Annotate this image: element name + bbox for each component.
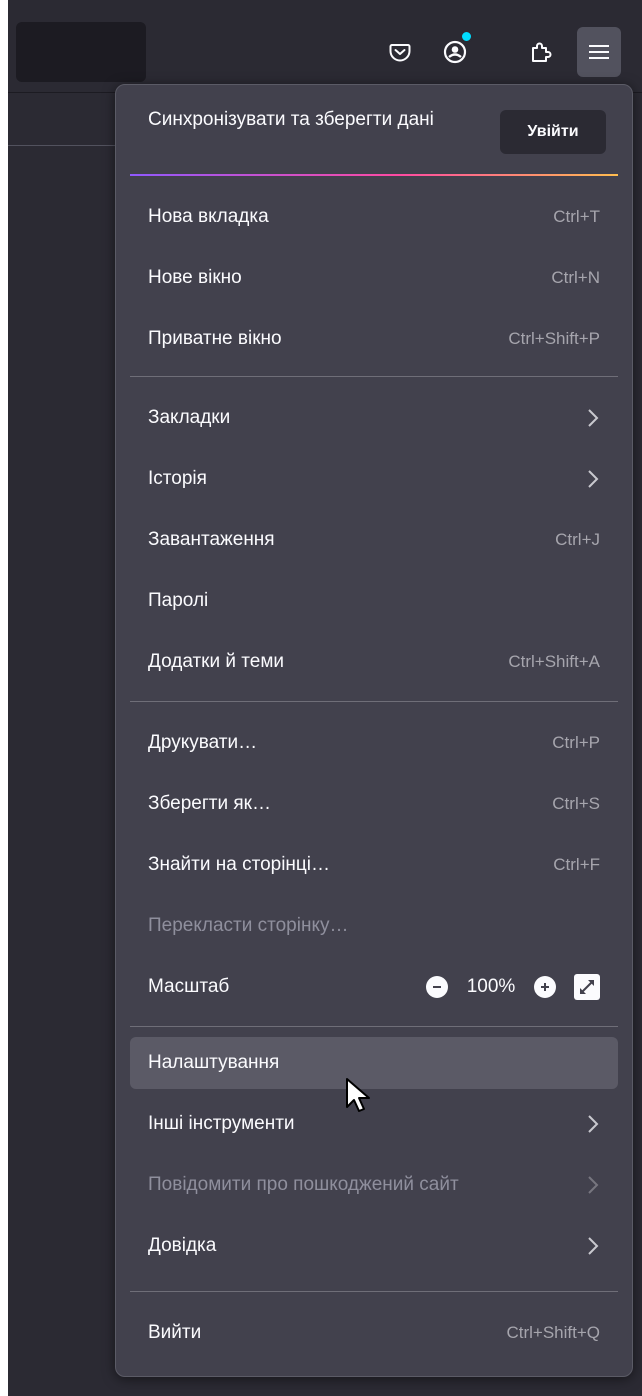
menu-separator — [130, 1026, 618, 1027]
menu-item-label: Масштаб — [148, 976, 230, 997]
fullscreen-button[interactable] — [574, 974, 600, 1000]
menu-item-shortcut: Ctrl+Shift+Q — [506, 1323, 600, 1342]
menu-item-label: Інші інструменти — [148, 1113, 295, 1134]
menu-item-label: Завантаження — [148, 529, 275, 550]
menu-item-zoom: Масштаб 100% — [130, 961, 618, 1013]
zoom-controls: 100% — [426, 974, 600, 1000]
sync-gradient-divider — [130, 174, 618, 176]
notification-dot — [460, 30, 473, 43]
app-menu-button[interactable] — [577, 27, 621, 77]
menu-item-addons-themes[interactable]: Додатки й теми Ctrl+Shift+A — [130, 636, 618, 688]
toolbar-divider — [8, 145, 118, 146]
menu-item-label: Історія — [148, 468, 207, 489]
window-edge — [0, 0, 8, 1396]
menu-item-translate-page: Перекласти сторінку… — [130, 900, 618, 952]
menu-item-label: Нове вікно — [148, 267, 242, 288]
mouse-cursor-icon — [346, 1078, 370, 1112]
menu-item-label: Повідомити про пошкоджений сайт — [148, 1174, 459, 1195]
menu-item-shortcut: Ctrl+P — [552, 733, 600, 752]
hamburger-menu-icon — [589, 45, 609, 59]
menu-separator — [130, 376, 618, 377]
menu-item-label: Закладки — [148, 407, 231, 428]
menu-item-settings[interactable]: Налаштування — [130, 1037, 618, 1089]
menu-item-label: Додатки й теми — [148, 651, 284, 672]
menu-item-new-window[interactable]: Нове вікно Ctrl+N — [130, 252, 618, 304]
chevron-right-icon — [588, 409, 599, 427]
menu-item-label: Перекласти сторінку… — [148, 915, 349, 936]
zoom-out-button[interactable] — [426, 976, 448, 998]
menu-item-find-in-page[interactable]: Знайти на сторінці… Ctrl+F — [130, 839, 618, 891]
menu-item-shortcut: Ctrl+S — [552, 794, 600, 813]
menu-item-report-broken-site: Повідомити про пошкоджений сайт — [130, 1159, 618, 1211]
menu-item-new-tab[interactable]: Нова вкладка Ctrl+T — [130, 191, 618, 243]
menu-item-save-as[interactable]: Зберегти як… Ctrl+S — [130, 778, 618, 830]
extensions-icon — [532, 42, 552, 62]
menu-item-label: Знайти на сторінці… — [148, 854, 331, 875]
account-button[interactable] — [433, 27, 477, 77]
browser-toolbar — [8, 0, 642, 93]
menu-item-passwords[interactable]: Паролі — [130, 575, 618, 627]
fullscreen-icon — [580, 980, 594, 994]
menu-item-shortcut: Ctrl+Shift+P — [508, 329, 600, 348]
account-icon — [443, 40, 467, 64]
menu-item-label: Друкувати… — [148, 732, 258, 753]
minus-icon — [433, 986, 441, 988]
menu-item-label: Паролі — [148, 590, 209, 611]
sync-text[interactable]: Синхронізувати та зберегти дані — [148, 107, 478, 133]
extensions-button[interactable] — [519, 27, 563, 77]
url-bar[interactable] — [16, 22, 146, 82]
menu-item-label: Довідка — [148, 1235, 217, 1256]
pocket-button[interactable] — [378, 27, 422, 77]
menu-item-downloads[interactable]: Завантаження Ctrl+J — [130, 514, 618, 566]
zoom-in-button[interactable] — [534, 976, 556, 998]
menu-separator — [130, 701, 618, 702]
menu-item-shortcut: Ctrl+J — [555, 530, 600, 549]
menu-item-shortcut: Ctrl+F — [553, 855, 600, 874]
menu-item-label: Вийти — [148, 1322, 202, 1343]
chevron-right-icon — [588, 1115, 599, 1133]
signin-button[interactable]: Увійти — [500, 110, 606, 154]
menu-item-more-tools[interactable]: Інші інструменти — [130, 1098, 618, 1150]
menu-item-help[interactable]: Довідка — [130, 1220, 618, 1272]
menu-item-shortcut: Ctrl+Shift+A — [508, 652, 600, 671]
sync-section: Синхронізувати та зберегти дані Увійти — [116, 85, 632, 175]
zoom-level[interactable]: 100% — [448, 976, 534, 998]
app-menu-panel: Синхронізувати та зберегти дані Увійти Н… — [115, 84, 633, 1377]
menu-item-quit[interactable]: Вийти Ctrl+Shift+Q — [130, 1307, 618, 1359]
pocket-icon — [389, 44, 411, 62]
menu-item-label: Зберегти як… — [148, 793, 271, 814]
chevron-right-icon — [588, 1176, 599, 1194]
menu-item-shortcut: Ctrl+T — [553, 207, 600, 226]
menu-separator — [130, 1291, 618, 1292]
menu-item-bookmarks[interactable]: Закладки — [130, 392, 618, 444]
menu-item-label: Налаштування — [148, 1052, 280, 1073]
chevron-right-icon — [588, 1237, 599, 1255]
menu-item-private-window[interactable]: Приватне вікно Ctrl+Shift+P — [130, 313, 618, 365]
menu-item-label: Приватне вікно — [148, 328, 282, 349]
browser-window: Синхронізувати та зберегти дані Увійти Н… — [0, 0, 642, 1396]
menu-item-label: Нова вкладка — [148, 206, 269, 227]
menu-item-history[interactable]: Історія — [130, 453, 618, 505]
menu-item-shortcut: Ctrl+N — [551, 268, 600, 287]
plus-icon — [541, 983, 549, 991]
menu-item-print[interactable]: Друкувати… Ctrl+P — [130, 717, 618, 769]
chevron-right-icon — [588, 470, 599, 488]
